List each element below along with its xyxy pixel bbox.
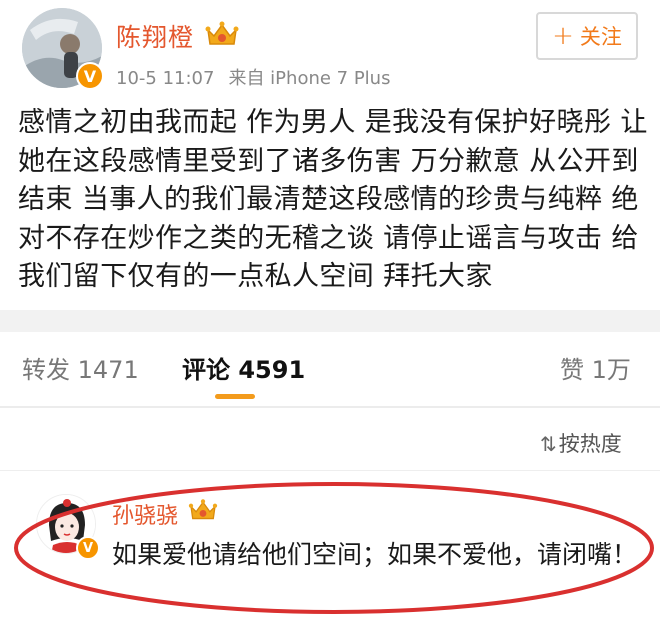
tab-comments[interactable]: 评论 4591 (182, 350, 305, 385)
post-source: 来自 iPhone 7 Plus (228, 68, 391, 89)
comment-text: 如果爱他请给他们空间；如果不爱他，请闭嘴！ (112, 540, 638, 569)
tabs-divider (0, 406, 660, 408)
comment-divider (0, 470, 660, 471)
engagement-tabs: 转发 1471 评论 4591 赞 1万 (0, 330, 660, 406)
section-divider (0, 310, 660, 332)
author-avatar[interactable]: V (22, 8, 104, 90)
follow-label: 关注 (579, 25, 622, 49)
follow-button[interactable]: + 关注 (536, 12, 638, 60)
crown-icon (205, 21, 239, 45)
post-timestamp: 10-5 11:07 (116, 68, 215, 89)
sort-label: 按热度 (558, 432, 622, 456)
like-count: 1万 (591, 356, 631, 384)
post-header: V 陈翔橙 10-5 11:07 来自 iPhone 7 Plus + 关注 (0, 0, 660, 100)
repost-label: 转发 (22, 356, 70, 384)
plus-icon: + (552, 21, 574, 51)
repost-count: 1471 (77, 356, 139, 384)
like-label: 赞 (560, 356, 584, 384)
comment-item: V 孙骁骁 如果爱他请给他们空间；如果不爱他，请闭嘴！ (0, 484, 660, 620)
sort-icon: ⇅ (540, 432, 557, 456)
author-name[interactable]: 陈翔橙 (116, 18, 194, 54)
post-body: 感情之初由我而起 作为男人 是我没有保护好晓彤 让她在这段感情里受到了诸多伤害 … (18, 107, 648, 292)
comment-count: 4591 (238, 356, 306, 384)
commenter-name[interactable]: 孙骁骁 (112, 498, 178, 530)
comment-label: 评论 (182, 356, 230, 384)
tab-likes[interactable]: 赞 1万 (560, 350, 631, 385)
post-meta: 10-5 11:07 来自 iPhone 7 Plus (116, 64, 404, 90)
tab-repost[interactable]: 转发 1471 (22, 350, 139, 385)
commenter-verified-badge-icon: V (76, 536, 100, 560)
verified-badge-icon: V (76, 62, 104, 90)
commenter-crown-icon (188, 499, 218, 520)
active-tab-indicator (215, 394, 255, 399)
sort-by-hot-button[interactable]: ⇅按热度 (540, 428, 622, 458)
commenter-avatar[interactable]: V (36, 494, 100, 560)
